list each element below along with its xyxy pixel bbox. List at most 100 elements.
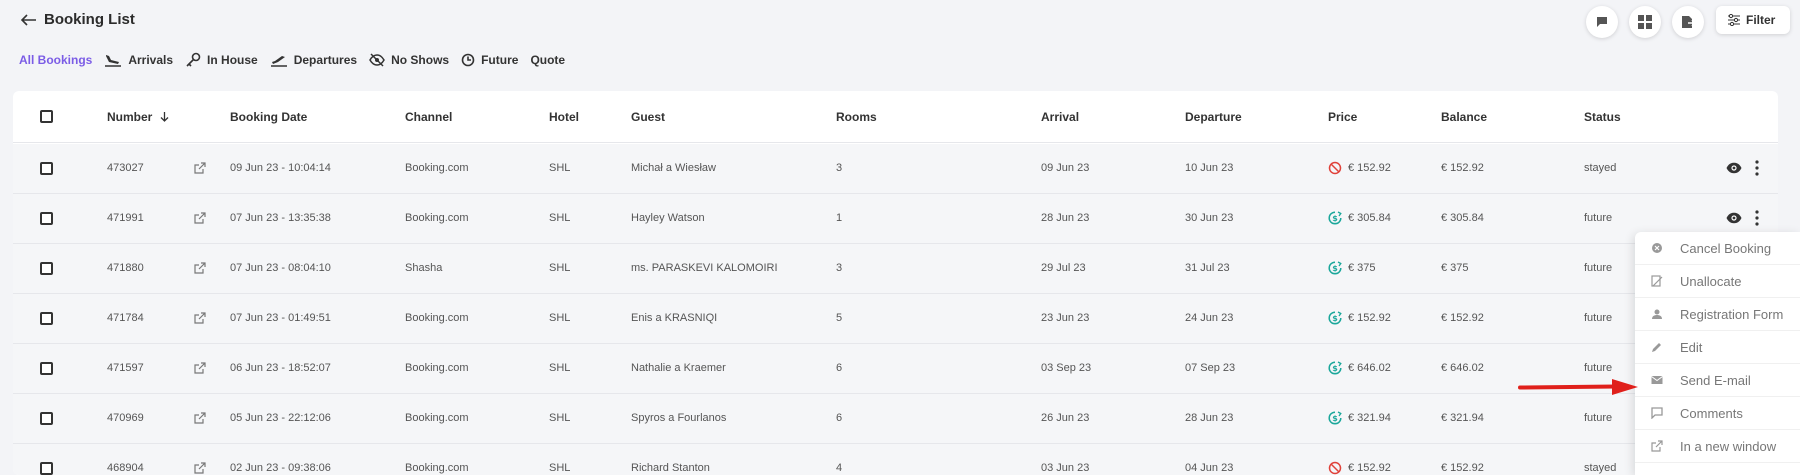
menu-item-send-e-mail[interactable]: Send E-mail <box>1635 364 1800 397</box>
booking-number: 468904 <box>107 462 144 474</box>
select-all-checkbox[interactable] <box>40 110 53 123</box>
row-checkbox[interactable] <box>40 362 53 375</box>
arrival-date: 26 Jun 23 <box>1041 412 1090 424</box>
tab-in-house[interactable]: In House <box>185 52 258 68</box>
tab-future[interactable]: Future <box>461 53 518 67</box>
menu-item-comments[interactable]: Comments <box>1635 397 1800 430</box>
menu-item-edit[interactable]: Edit <box>1635 331 1800 364</box>
filter-label: Filter <box>1746 13 1776 27</box>
column-header-number[interactable]: Number <box>107 110 169 124</box>
hotel: SHL <box>549 212 571 224</box>
table-row[interactable]: 471784 07 Jun 23 - 01:49:51 Booking.com SHL… <box>13 294 1778 344</box>
balance: € 305.84 <box>1441 212 1484 224</box>
svg-text:$: $ <box>1332 364 1338 373</box>
menu-item-unallocate[interactable]: Unallocate <box>1635 265 1800 298</box>
column-header-arrival[interactable]: Arrival <box>1041 110 1079 124</box>
table-row[interactable]: 471991 07 Jun 23 - 13:35:38 Booking.com SHL… <box>13 194 1778 244</box>
arrival-date: 23 Jun 23 <box>1041 312 1090 324</box>
row-checkbox[interactable] <box>40 412 53 425</box>
departure-date: 07 Sep 23 <box>1185 362 1236 374</box>
guest-name: Michał a Wiesław <box>631 162 716 174</box>
booking-tabs: All Bookings Arrivals In House Departure… <box>19 50 577 70</box>
row-checkbox[interactable] <box>40 262 53 275</box>
filter-button[interactable]: Filter <box>1716 6 1790 34</box>
guest-name: Enis a KRASNIQI <box>631 312 718 324</box>
price: € 321.94 <box>1348 412 1391 424</box>
mail-icon <box>1651 376 1663 384</box>
more-options-icon[interactable] <box>1755 210 1759 226</box>
menu-item-registration-form[interactable]: Registration Form <box>1635 298 1800 331</box>
balance: € 152.92 <box>1441 162 1484 174</box>
hotel: SHL <box>549 312 571 324</box>
back-arrow-icon[interactable] <box>20 10 38 30</box>
booking-date: 07 Jun 23 - 01:49:51 <box>230 312 331 324</box>
column-header-channel[interactable]: Channel <box>405 110 452 124</box>
tab-no-shows[interactable]: No Shows <box>369 53 449 67</box>
price: € 152.92 <box>1348 312 1391 324</box>
booking-number: 470969 <box>107 412 144 424</box>
svg-text:$: $ <box>1332 214 1338 223</box>
table-row[interactable]: 468904 02 Jun 23 - 09:38:06 Booking.com SHL… <box>13 444 1778 475</box>
paid-icon: $ <box>1328 411 1342 425</box>
open-external-icon[interactable] <box>194 362 206 374</box>
paid-icon: $ <box>1328 311 1342 325</box>
more-options-icon[interactable] <box>1755 160 1759 176</box>
rooms-count: 4 <box>836 462 843 474</box>
column-header-status[interactable]: Status <box>1584 110 1621 124</box>
row-checkbox[interactable] <box>40 162 53 175</box>
view-eye-icon[interactable] <box>1726 162 1742 174</box>
open-external-icon[interactable] <box>194 162 206 174</box>
row-checkbox[interactable] <box>40 212 53 225</box>
table-row[interactable]: 473027 09 Jun 23 - 10:04:14 Booking.com SHL… <box>13 144 1778 194</box>
chat-button[interactable] <box>1586 6 1618 38</box>
booking-date: 05 Jun 23 - 22:12:06 <box>230 412 331 424</box>
menu-item-cancel-booking[interactable]: Cancel Booking <box>1635 232 1800 265</box>
departure-date: 30 Jun 23 <box>1185 212 1234 224</box>
table-row[interactable]: 471597 06 Jun 23 - 18:52:07 Booking.com SHL… <box>13 344 1778 394</box>
red-pointer-arrow <box>1518 379 1638 395</box>
open-external-icon[interactable] <box>194 462 206 474</box>
export-button[interactable] <box>1672 6 1704 38</box>
open-external-icon[interactable] <box>194 262 206 274</box>
column-header-guest[interactable]: Guest <box>631 110 665 124</box>
rooms-count: 3 <box>836 262 843 274</box>
row-checkbox[interactable] <box>40 312 53 325</box>
grid-view-button[interactable] <box>1629 6 1661 38</box>
channel: Booking.com <box>405 362 469 374</box>
column-header-booking-date[interactable]: Booking Date <box>230 110 307 124</box>
column-header-hotel[interactable]: Hotel <box>549 110 579 124</box>
tab-quote[interactable]: Quote <box>530 53 565 67</box>
menu-item-in-a-new-window[interactable]: In a new window <box>1635 430 1800 463</box>
view-eye-icon[interactable] <box>1726 212 1742 224</box>
menu-item-label: In a new window <box>1680 438 1777 454</box>
tab-all-bookings[interactable]: All Bookings <box>19 53 92 67</box>
clock-icon <box>461 53 475 67</box>
balance: € 152.92 <box>1441 462 1484 474</box>
export-icon <box>1682 16 1695 28</box>
rooms-count: 6 <box>836 362 843 374</box>
comment-icon <box>1651 407 1663 419</box>
channel: Shasha <box>405 262 443 274</box>
open-external-icon[interactable] <box>194 212 206 224</box>
open-external-icon[interactable] <box>194 412 206 424</box>
unallocate-icon <box>1651 275 1663 287</box>
sliders-icon <box>1728 14 1740 26</box>
column-header-price[interactable]: Price <box>1328 110 1357 124</box>
booking-number: 471784 <box>107 312 144 324</box>
row-checkbox[interactable] <box>40 462 53 475</box>
guest-name: Richard Stanton <box>631 462 710 474</box>
channel: Booking.com <box>405 312 469 324</box>
table-row[interactable]: 471880 07 Jun 23 - 08:04:10 Shasha SHL ms. P… <box>13 244 1778 294</box>
rooms-count: 6 <box>836 412 843 424</box>
table-row[interactable]: 470969 05 Jun 23 - 22:12:06 Booking.com SHL… <box>13 394 1778 444</box>
column-header-rooms[interactable]: Rooms <box>836 110 877 124</box>
tab-departures[interactable]: Departures <box>270 53 357 67</box>
page-title: Booking List <box>44 11 135 28</box>
column-header-balance[interactable]: Balance <box>1441 110 1487 124</box>
guest-name: ms. PARASKEVI KALOMOIRI <box>631 262 778 274</box>
eye-off-icon <box>369 53 385 67</box>
open-external-icon[interactable] <box>194 312 206 324</box>
column-header-departure[interactable]: Departure <box>1185 110 1242 124</box>
balance: € 321.94 <box>1441 412 1484 424</box>
tab-arrivals[interactable]: Arrivals <box>104 53 173 67</box>
